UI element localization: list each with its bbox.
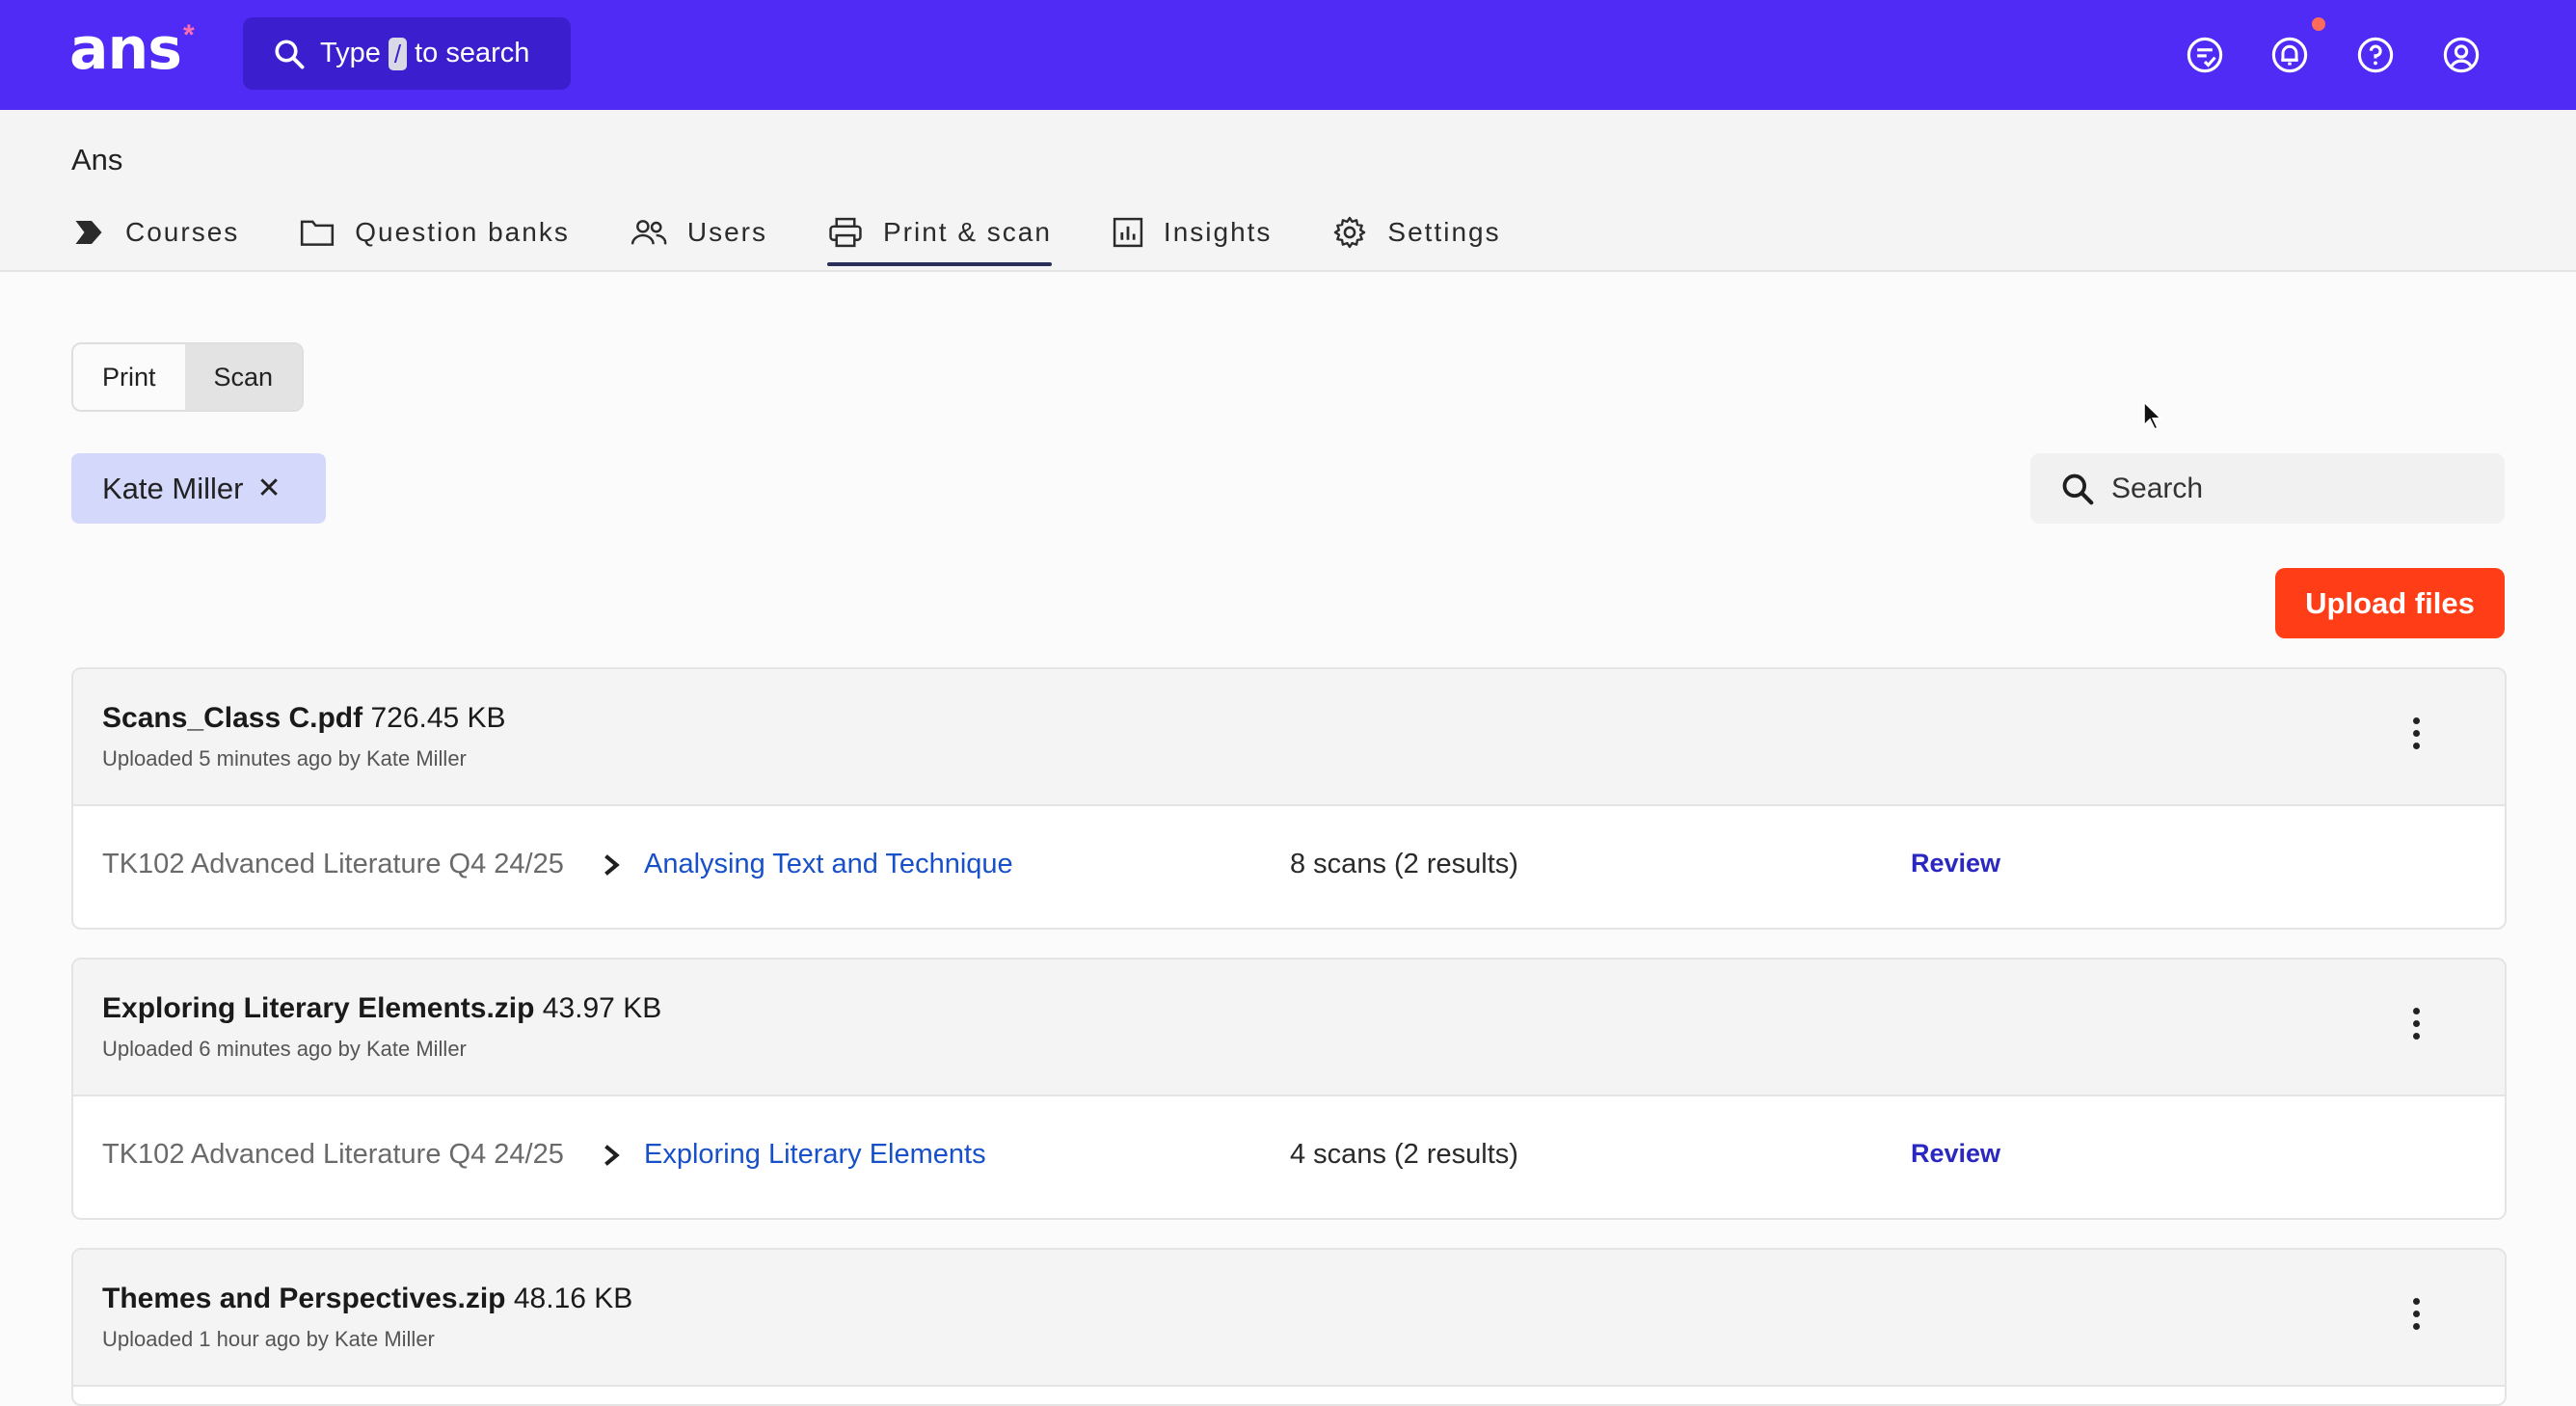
tab-label: Users: [686, 217, 767, 247]
account-icon[interactable]: [2441, 35, 2482, 75]
module-link[interactable]: Analysing Text and Technique: [644, 849, 1013, 880]
file-title: Scans_Class C.pdf 726.45 KB: [102, 702, 506, 735]
review-link[interactable]: Review: [1911, 849, 2000, 879]
tab-label: Print & scan: [882, 217, 1052, 247]
search-input[interactable]: Search: [2030, 453, 2505, 524]
sub-header: Ans Courses Question banks Users Print &…: [0, 110, 2576, 272]
tab-label: Courses: [125, 217, 240, 247]
tab-settings[interactable]: Settings: [1331, 203, 1500, 262]
upload-card: Exploring Literary Elements.zip 43.97 KB…: [71, 958, 2507, 1220]
tab-courses[interactable]: Courses: [71, 203, 239, 262]
global-search-prefix: Type: [320, 38, 381, 68]
mouse-cursor-icon: [2143, 400, 2163, 431]
upload-card: Scans_Class C.pdf 726.45 KB Uploaded 5 m…: [71, 667, 2507, 930]
courses-icon: [75, 221, 102, 244]
course-name: TK102 Advanced Literature Q4 24/25: [102, 849, 564, 879]
file-size: 726.45 KB: [370, 702, 506, 734]
upload-meta: Uploaded 1 hour ago by Kate Miller: [102, 1327, 435, 1351]
users-icon: [631, 220, 667, 245]
search-shortcut-key: /: [388, 37, 408, 70]
filter-chip-label: Kate Miller: [102, 471, 244, 505]
ans-logo[interactable]: ans: [69, 15, 182, 83]
upload-files-button[interactable]: Upload files: [2275, 568, 2505, 638]
scan-toggle-button[interactable]: Scan: [184, 344, 303, 410]
file-title: Exploring Literary Elements.zip 43.97 KB: [102, 992, 661, 1025]
tab-users[interactable]: Users: [630, 203, 767, 262]
module-link[interactable]: Exploring Literary Elements: [644, 1139, 986, 1171]
tab-question-banks[interactable]: Question banks: [299, 203, 570, 262]
tab-label: Question banks: [355, 217, 570, 247]
print-toggle-button[interactable]: Print: [73, 344, 185, 410]
file-size: 48.16 KB: [513, 1283, 633, 1314]
folder-icon: [301, 220, 335, 246]
tab-insights[interactable]: Insights: [1112, 203, 1273, 262]
file-size: 43.97 KB: [542, 992, 662, 1024]
tab-label: Settings: [1387, 217, 1501, 247]
more-options-icon[interactable]: [2410, 717, 2422, 756]
logo-mark: *: [183, 19, 195, 51]
gear-icon: [1334, 216, 1366, 249]
global-search-suffix: to search: [415, 38, 530, 68]
upload-card: Themes and Perspectives.zip 48.16 KB Upl…: [71, 1248, 2507, 1406]
tab-label: Insights: [1163, 217, 1273, 247]
upload-card-header: Exploring Literary Elements.zip 43.97 KB…: [73, 960, 2505, 1096]
upload-card-header: Themes and Perspectives.zip 48.16 KB Upl…: [73, 1250, 2505, 1387]
printer-icon: [829, 217, 862, 248]
course-name: TK102 Advanced Literature Q4 24/25: [102, 1139, 564, 1170]
upload-result-row: TK102 Advanced Literature Q4 24/25 Analy…: [73, 806, 2505, 928]
chart-icon: [1113, 217, 1143, 248]
notifications-icon[interactable]: [2269, 35, 2310, 75]
more-options-icon[interactable]: [2410, 1298, 2422, 1337]
file-name[interactable]: Themes and Perspectives.zip: [102, 1283, 506, 1314]
file-name[interactable]: Scans_Class C.pdf: [102, 702, 362, 734]
filter-chip: Kate Miller ✕: [71, 453, 326, 524]
upload-meta: Uploaded 6 minutes ago by Kate Miller: [102, 1037, 467, 1061]
close-icon[interactable]: ✕: [256, 472, 281, 505]
chevron-right-icon: [604, 1145, 620, 1166]
main-tabs: Courses Question banks Users Print & sca…: [71, 203, 1561, 270]
scan-count: 4 scans (2 results): [1290, 1139, 1518, 1170]
chevron-right-icon: [604, 854, 620, 876]
file-name[interactable]: Exploring Literary Elements.zip: [102, 992, 534, 1024]
print-scan-toggle: Print Scan: [71, 342, 305, 412]
file-title: Themes and Perspectives.zip 48.16 KB: [102, 1283, 632, 1315]
scan-count: 8 scans (2 results): [1290, 849, 1518, 879]
search-placeholder: Search: [2111, 472, 2204, 504]
top-bar: ans * Type / to search: [0, 0, 2576, 110]
upload-card-header: Scans_Class C.pdf 726.45 KB Uploaded 5 m…: [73, 669, 2505, 806]
more-options-icon[interactable]: [2410, 1008, 2422, 1046]
feedback-icon[interactable]: [2185, 35, 2225, 75]
upload-result-row: TK102 Advanced Literature Q4 24/25 Explo…: [73, 1096, 2505, 1218]
tab-print-scan[interactable]: Print & scan: [826, 203, 1052, 266]
org-name: Ans: [71, 143, 123, 176]
search-icon: [2062, 473, 2094, 504]
search-icon: [275, 39, 305, 68]
notification-dot: [2312, 17, 2325, 31]
global-search[interactable]: Type / to search: [243, 17, 571, 90]
upload-meta: Uploaded 5 minutes ago by Kate Miller: [102, 746, 467, 771]
help-icon[interactable]: [2355, 35, 2396, 75]
review-link[interactable]: Review: [1911, 1139, 2000, 1169]
